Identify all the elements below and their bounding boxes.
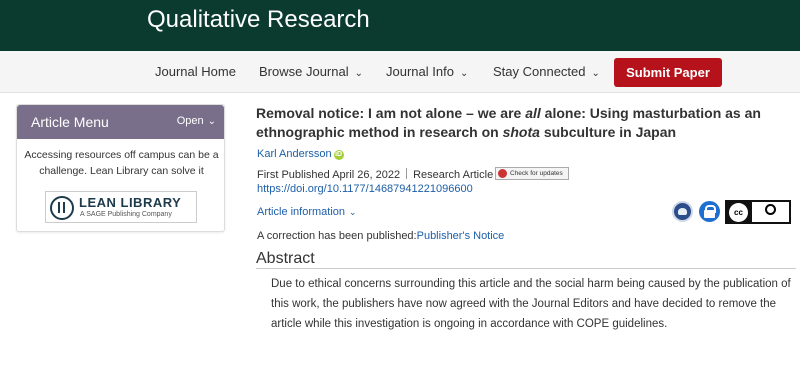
article-title-part: subculture in Japan <box>539 124 677 140</box>
author-name: Karl Andersson <box>257 148 332 160</box>
abstract-divider <box>256 268 796 269</box>
article-type: Research Article <box>413 169 494 181</box>
article-information-toggle[interactable]: Article information ⌄ <box>257 206 357 218</box>
chevron-down-icon: ⌄ <box>354 68 363 79</box>
check-for-updates-button[interactable]: Check for updates <box>495 167 569 180</box>
publishers-notice-link[interactable]: Publisher's Notice <box>417 230 505 242</box>
cc-by-license-icon[interactable]: cc BY <box>725 200 791 224</box>
chevron-down-icon: ⌄ <box>591 68 600 79</box>
article-title-part: Removal notice: I am not alone – we are <box>256 105 526 121</box>
article-menu-header[interactable]: Article Menu Open ⌄ <box>17 105 224 139</box>
nav-browse-journal[interactable]: Browse Journal ⌄ <box>259 64 363 79</box>
submit-paper-button[interactable]: Submit Paper <box>614 58 722 87</box>
nav-journal-info[interactable]: Journal Info ⌄ <box>386 64 468 79</box>
doi-link[interactable]: https://doi.org/10.1177/1468794122109660… <box>257 183 473 195</box>
article-title-part: shota <box>502 124 540 140</box>
chevron-down-icon: ⌄ <box>207 116 216 127</box>
nav-stay-connected[interactable]: Stay Connected ⌄ <box>493 64 600 79</box>
attribution-icon <box>752 202 789 222</box>
author-link[interactable]: Karl Andersson iD <box>257 148 344 160</box>
open-label: Open <box>176 115 204 127</box>
article-title: Removal notice: I am not alone – we are … <box>256 104 796 142</box>
nav-item-label: Browse Journal <box>259 64 349 79</box>
meta-divider <box>406 168 408 179</box>
published-date: First Published April 26, 2022 <box>257 169 401 181</box>
abstract-heading: Abstract <box>256 250 315 267</box>
cc-icon: cc <box>729 203 748 222</box>
nav-item-label: Stay Connected <box>493 64 586 79</box>
article-menu-title: Article Menu <box>31 114 109 130</box>
lean-library-logo[interactable]: LEAN LIBRARY A SAGE Publishing Company <box>45 191 197 223</box>
abstract-text: Due to ethical concerns surrounding this… <box>271 278 791 330</box>
lean-library-subtitle: A SAGE Publishing Company <box>80 211 172 218</box>
chevron-down-icon: ⌄ <box>459 68 469 79</box>
open-access-lock-icon[interactable] <box>699 201 720 222</box>
nav-item-label: Journal Home <box>155 64 236 79</box>
orcid-icon[interactable]: iD <box>333 150 344 160</box>
lean-library-message: Accessing resources off campus can be a … <box>24 149 219 177</box>
nav-journal-home[interactable]: Journal Home <box>155 64 236 79</box>
lean-library-name: LEAN LIBRARY <box>79 195 182 210</box>
journal-title[interactable]: Qualitative Research <box>147 6 370 34</box>
lean-library-icon <box>50 196 74 220</box>
correction-prefix: A correction has been published: <box>257 230 417 242</box>
article-info-label: Article information <box>257 206 346 218</box>
article-title-part: all <box>525 105 541 121</box>
article-menu-toggle[interactable]: Open ⌄ <box>177 115 216 127</box>
article-menu: Article Menu Open ⌄ Accessing resources o… <box>16 104 225 232</box>
chevron-down-icon: ⌄ <box>349 207 357 217</box>
by-label: BY <box>759 216 768 222</box>
main-nav: Journal Home Browse Journal ⌄ Journal Inf… <box>0 51 800 93</box>
journal-banner: Qualitative Research <box>0 0 800 51</box>
access-icon[interactable] <box>672 201 693 222</box>
article-meta: First Published April 26, 2022 Research A… <box>257 168 493 181</box>
correction-notice: A correction has been published:Publishe… <box>257 230 504 242</box>
nav-item-label: Journal Info <box>386 64 454 79</box>
